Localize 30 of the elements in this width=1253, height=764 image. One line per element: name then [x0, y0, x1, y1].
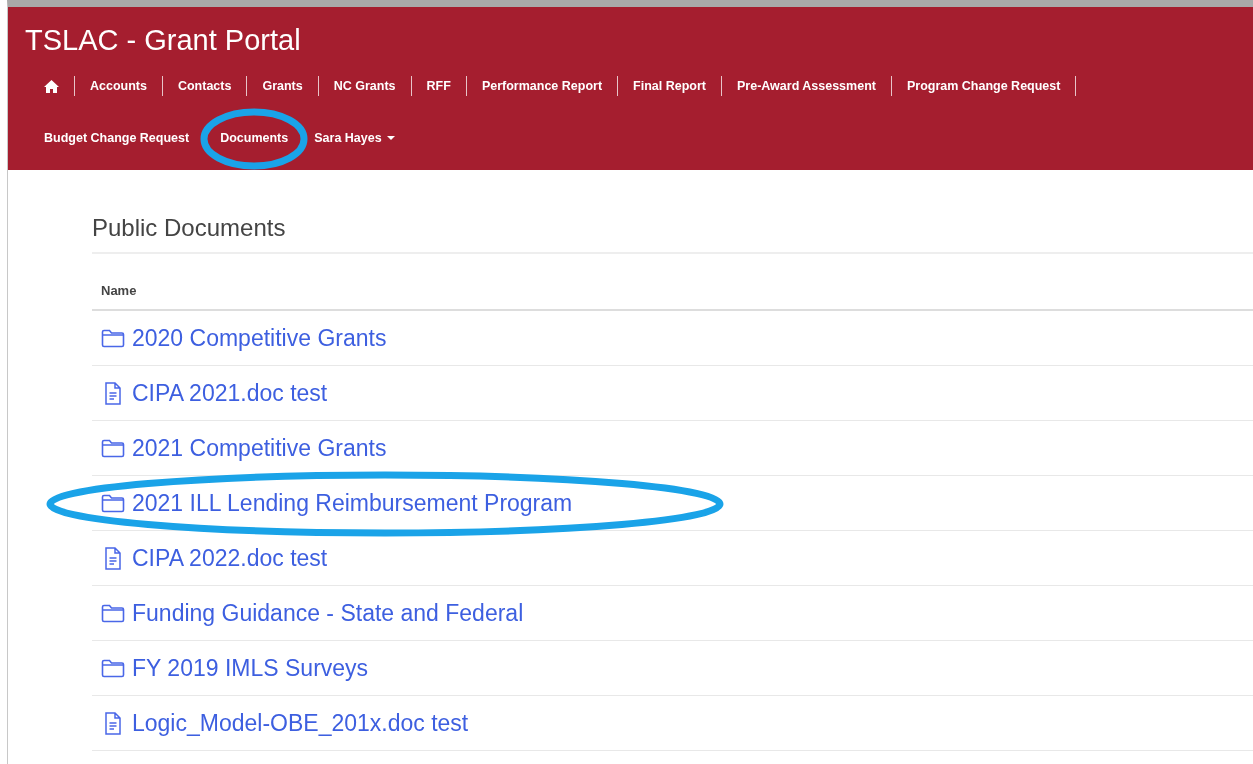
nav-link[interactable]: RFF: [411, 76, 467, 96]
folder-icon: [101, 328, 125, 348]
document-link[interactable]: CIPA 2022.doc test: [132, 544, 328, 572]
section-title: Public Documents: [92, 214, 1253, 254]
document-link[interactable]: Logic_Model-OBE_201x.doc test: [132, 709, 469, 737]
nav-link[interactable]: Accounts: [75, 76, 163, 96]
document-link[interactable]: 2020 Competitive Grants: [132, 324, 387, 352]
caret-icon: [386, 136, 395, 140]
document-link[interactable]: 2021 ILL Lending Reimbursement Program: [132, 489, 573, 517]
nav-link[interactable]: Program Change Request: [891, 76, 1077, 96]
nav-link[interactable]: Final Report: [618, 76, 722, 96]
document-link[interactable]: Funding Guidance - State and Federal: [132, 599, 524, 627]
document-link[interactable]: CIPA 2021.doc test: [132, 379, 328, 407]
nav-link[interactable]: Contacts: [162, 76, 248, 96]
folder-icon: [101, 603, 125, 623]
nav-link[interactable]: Documents: [205, 128, 305, 148]
folder-icon: [101, 658, 125, 678]
document-link[interactable]: FY 2019 IMLS Surveys: [132, 654, 369, 682]
column-header: Name: [101, 283, 137, 298]
nav-link[interactable]: Budget Change Request: [25, 128, 206, 148]
nav-link[interactable]: NC Grants: [318, 76, 412, 96]
nav-link[interactable]: Grants: [247, 76, 319, 96]
nav-link[interactable]: Performance Report: [466, 76, 619, 96]
portal-title: TSLAC - Grant Portal: [25, 23, 302, 58]
document-link[interactable]: 2021 Competitive Grants: [132, 434, 387, 462]
nav-link[interactable]: Pre-Award Assessment: [722, 76, 892, 96]
folder-icon: [101, 438, 125, 458]
folder-icon: [101, 493, 125, 513]
user-menu[interactable]: Sara Hayes: [304, 128, 410, 148]
home-icon: [44, 79, 59, 93]
